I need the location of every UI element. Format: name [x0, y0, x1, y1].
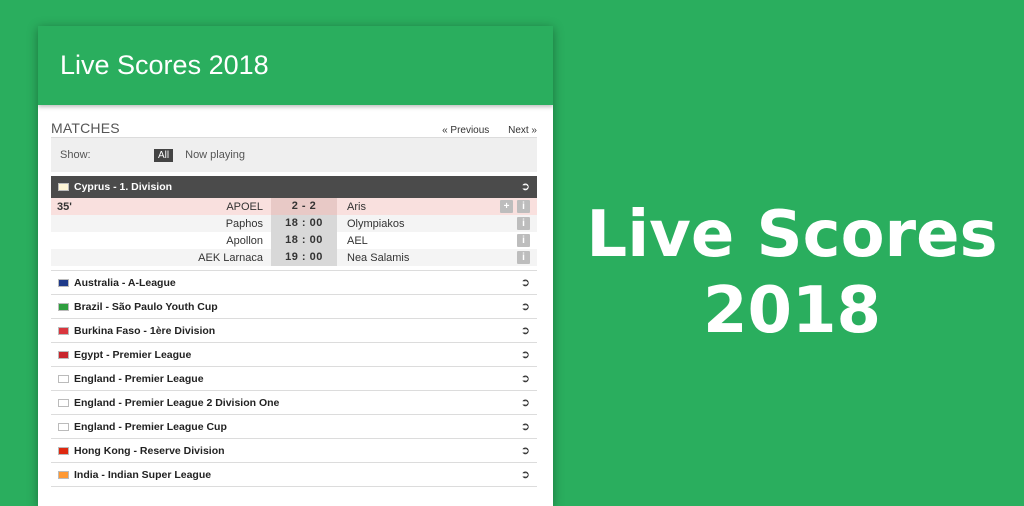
league-row[interactable]: Burkina Faso - 1ère Division ➲: [51, 319, 537, 343]
previous-link[interactable]: « Previous: [442, 125, 489, 136]
show-filter-bar: Show: All Now playing: [51, 138, 537, 172]
league-name: England - Premier League: [74, 372, 204, 385]
flag-icon: [58, 422, 69, 431]
home-team: APOEL: [226, 200, 263, 213]
promo-line-2: 2018: [702, 274, 882, 348]
pager: « Previous Next »: [426, 125, 537, 136]
match-score: 18 : 00: [271, 232, 337, 249]
league-row[interactable]: England - Premier League Cup ➲: [51, 415, 537, 439]
match-row[interactable]: Apollon 18 : 00 AEL i: [51, 232, 537, 249]
league-name: Australia - A-League: [74, 276, 176, 289]
league-row[interactable]: India - Indian Super League ➲: [51, 463, 537, 487]
league-row[interactable]: Hong Kong - Reserve Division ➲: [51, 439, 537, 463]
app-bar: Live Scores 2018: [38, 26, 553, 105]
league-row[interactable]: Australia - A-League ➲: [51, 271, 537, 295]
show-label: Show:: [60, 149, 91, 161]
home-team: AEK Larnaca: [198, 251, 263, 264]
league-name: England - Premier League Cup: [74, 420, 227, 433]
flag-icon: [58, 398, 69, 407]
app-screenshot: Live Scores 2018 MATCHES « Previous Next…: [38, 26, 553, 506]
match-row[interactable]: Paphos 18 : 00 Olympiakos i: [51, 215, 537, 232]
promo-line-1: Live Scores: [586, 198, 998, 272]
info-icon[interactable]: i: [517, 200, 530, 213]
league-row[interactable]: England - Premier League 2 Division One ➲: [51, 391, 537, 415]
plus-icon[interactable]: +: [500, 200, 513, 213]
away-team: Nea Salamis: [347, 251, 410, 264]
match-score: 19 : 00: [271, 249, 337, 266]
match-row[interactable]: 35' APOEL 2 - 2 Aris + i: [51, 198, 537, 215]
flag-icon: [58, 302, 69, 311]
info-icon[interactable]: i: [517, 234, 530, 247]
match-row[interactable]: AEK Larnaca 19 : 00 Nea Salamis i: [51, 249, 537, 266]
league-header-cyprus[interactable]: Cyprus - 1. Division ➲: [51, 176, 537, 198]
flag-icon: [58, 278, 69, 287]
info-icon[interactable]: i: [517, 217, 530, 230]
matches-title: MATCHES: [51, 120, 120, 136]
arrow-right-icon[interactable]: ➲: [521, 372, 530, 385]
league-name: England - Premier League 2 Division One: [74, 396, 280, 409]
arrow-right-icon[interactable]: ➲: [521, 300, 530, 313]
cyprus-flag-icon: [58, 183, 69, 191]
league-name: Brazil - São Paulo Youth Cup: [74, 300, 218, 313]
arrow-right-icon[interactable]: ➲: [521, 444, 530, 457]
flag-icon: [58, 374, 69, 383]
league-list: Australia - A-League ➲ Brazil - São Paulo …: [51, 271, 537, 487]
league-name: Egypt - Premier League: [74, 348, 192, 361]
match-score: 2 - 2: [271, 198, 337, 215]
home-team: Paphos: [225, 217, 263, 230]
app-title: Live Scores 2018: [60, 50, 269, 80]
arrow-right-icon[interactable]: ➲: [521, 180, 530, 193]
league-name: India - Indian Super League: [74, 468, 212, 481]
flag-icon: [58, 350, 69, 359]
away-team: Olympiakos: [347, 217, 405, 230]
match-minute: 35': [57, 200, 72, 213]
league-row[interactable]: Egypt - Premier League ➲: [51, 343, 537, 367]
match-list: 35' APOEL 2 - 2 Aris + i Paphos 18 : 00 …: [51, 198, 537, 266]
content-area: MATCHES « Previous Next » Show: All Now …: [51, 118, 537, 487]
flag-icon: [58, 446, 69, 455]
next-link[interactable]: Next »: [508, 125, 537, 136]
match-score: 18 : 00: [271, 215, 337, 232]
promo-headline: Live Scores 2018: [560, 197, 1024, 349]
flag-icon: [58, 326, 69, 335]
info-icon[interactable]: i: [517, 251, 530, 264]
arrow-right-icon[interactable]: ➲: [521, 276, 530, 289]
flag-icon: [58, 470, 69, 479]
away-team: AEL: [347, 234, 368, 247]
arrow-right-icon[interactable]: ➲: [521, 324, 530, 337]
league-row[interactable]: Brazil - São Paulo Youth Cup ➲: [51, 295, 537, 319]
filter-all-button[interactable]: All: [154, 148, 174, 162]
home-team: Apollon: [226, 234, 263, 247]
arrow-right-icon[interactable]: ➲: [521, 468, 530, 481]
arrow-right-icon[interactable]: ➲: [521, 420, 530, 433]
matches-header: MATCHES « Previous Next »: [51, 118, 537, 138]
league-name: Hong Kong - Reserve Division: [74, 444, 225, 457]
league-name: Burkina Faso - 1ère Division: [74, 324, 216, 337]
filter-now-playing-button[interactable]: Now playing: [185, 149, 245, 161]
arrow-right-icon[interactable]: ➲: [521, 396, 530, 409]
league-name: Cyprus - 1. Division: [74, 181, 173, 193]
arrow-right-icon[interactable]: ➲: [521, 348, 530, 361]
league-row[interactable]: England - Premier League ➲: [51, 367, 537, 391]
